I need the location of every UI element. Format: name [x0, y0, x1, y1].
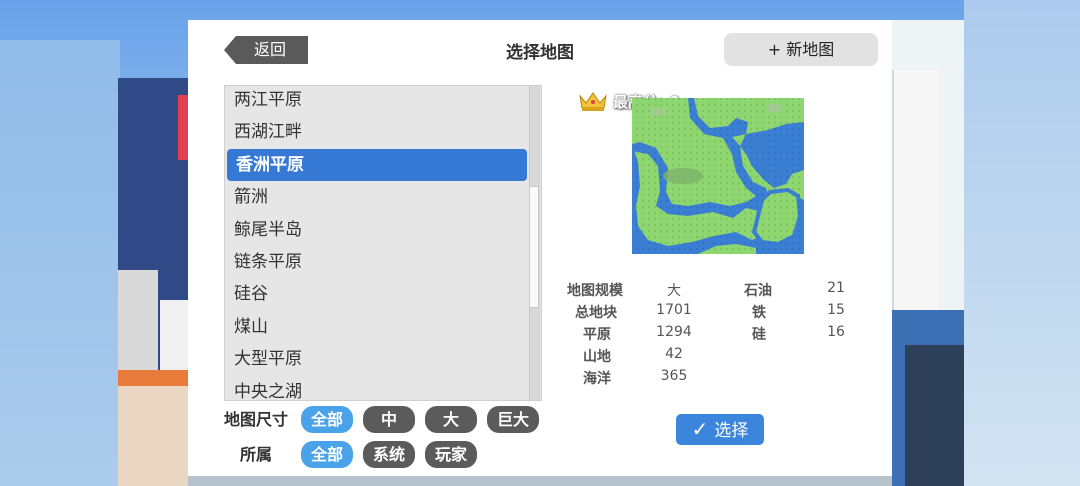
- stat-label: 地图规模: [567, 283, 623, 299]
- stat-label: 铁: [752, 305, 766, 321]
- stat-label: 海洋: [583, 371, 611, 387]
- owner-filter-row: 所属 全部 系统 玩家: [224, 441, 544, 469]
- crown-icon: [579, 92, 607, 111]
- stat-label: 平原: [583, 327, 611, 343]
- map-preview: [632, 98, 804, 254]
- map-list-item[interactable]: 链条平原: [225, 246, 529, 278]
- owner-chip[interactable]: 玩家: [425, 441, 477, 468]
- size-filter-label: 地图尺寸: [224, 410, 289, 429]
- stat-label: 总地块: [575, 305, 617, 321]
- map-list-item[interactable]: 硅谷: [225, 278, 529, 310]
- size-chip[interactable]: 全部: [301, 406, 353, 433]
- select-label: 选择: [714, 421, 749, 441]
- stat-value: 365: [660, 368, 688, 384]
- stat-label: 硅: [752, 327, 766, 343]
- map-list-item[interactable]: 煤山: [225, 311, 529, 343]
- new-map-button[interactable]: + 新地图: [724, 33, 878, 66]
- size-chip[interactable]: 中: [363, 406, 415, 433]
- owner-filter-label: 所属: [240, 445, 273, 464]
- map-list-item[interactable]: 中央之湖: [225, 376, 529, 400]
- size-chip[interactable]: 巨大: [487, 406, 539, 433]
- stat-value: 42: [665, 346, 683, 362]
- map-list-item[interactable]: 鲸尾半岛: [225, 214, 529, 246]
- stat-value: 1701: [656, 302, 692, 318]
- map-list[interactable]: 两江平原 西湖江畔 香洲平原 箭洲 鲸尾半岛 链条平原 硅谷 煤山 大型平原 中央之湖: [224, 85, 542, 401]
- stat-value: 大: [667, 283, 681, 299]
- stat-value: 15: [827, 302, 845, 318]
- stat-label: 石油: [744, 283, 772, 299]
- select-button[interactable]: ✓ 选择: [676, 414, 764, 445]
- map-list-item[interactable]: 香洲平原: [227, 148, 527, 182]
- map-list-scrollbar-thumb[interactable]: [529, 186, 539, 308]
- check-icon: ✓: [691, 417, 709, 441]
- stat-label: 山地: [583, 349, 611, 365]
- map-list-item[interactable]: 西湖江畔: [225, 116, 529, 148]
- map-list-item[interactable]: 大型平原: [225, 343, 529, 375]
- map-select-dialog: 返回 选择地图 + 新地图 两江平原 西湖江畔 香洲平原 箭洲 鲸尾半岛 链条平原 硅谷 煤山…: [188, 20, 892, 476]
- size-filter-row: 地图尺寸 全部中大巨大: [224, 406, 544, 434]
- size-chip[interactable]: 大: [425, 406, 477, 433]
- stat-value: 16: [827, 324, 845, 340]
- stat-value: 21: [827, 280, 845, 296]
- owner-chip[interactable]: 全部: [301, 441, 353, 468]
- stat-value: 1294: [656, 324, 692, 340]
- map-list-item[interactable]: 箭洲: [225, 181, 529, 213]
- map-list-item[interactable]: 两江平原: [225, 86, 529, 116]
- owner-chip[interactable]: 系统: [363, 441, 415, 468]
